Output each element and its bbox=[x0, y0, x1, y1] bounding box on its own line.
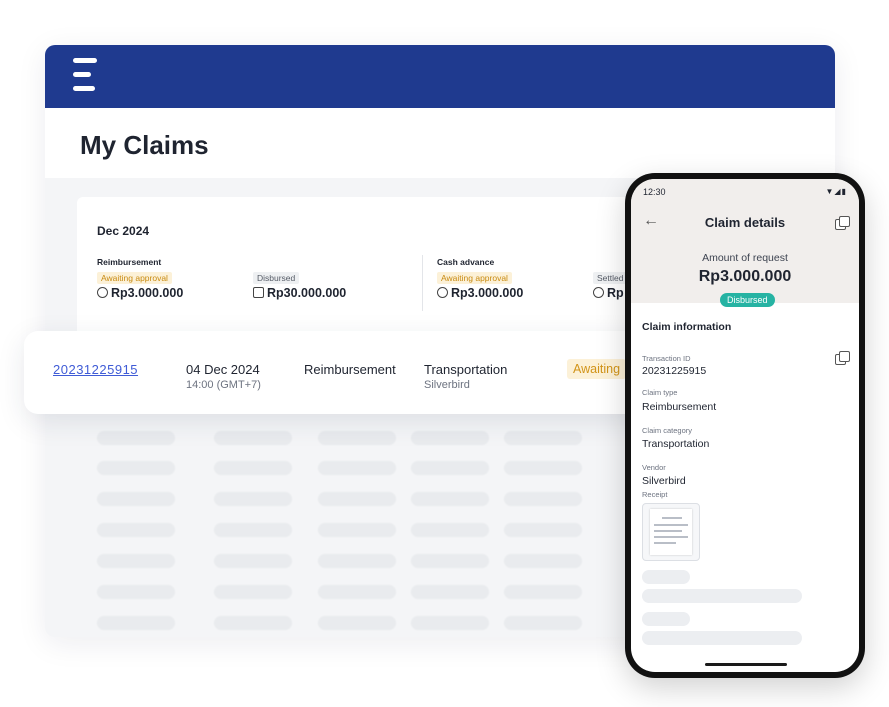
claim-type: Reimbursement bbox=[304, 362, 396, 377]
transaction-id-value: 20231225915 bbox=[642, 365, 707, 377]
phone-screen: 12:30 ▼◢▮ ← Claim details Amount of requ… bbox=[631, 179, 859, 672]
cash-advance-awaiting-amount: Rp3.000.000 bbox=[437, 286, 523, 300]
status-badge-awaiting: Awaiting approval bbox=[437, 272, 512, 284]
claim-category-label: Claim category bbox=[642, 426, 693, 435]
claim-date: 04 Dec 2024 bbox=[186, 362, 260, 377]
copy-transaction-id-icon[interactable] bbox=[835, 351, 850, 365]
loading-placeholder bbox=[642, 570, 690, 584]
loading-placeholder bbox=[642, 589, 802, 603]
mobile-phone-frame: 12:30 ▼◢▮ ← Claim details Amount of requ… bbox=[625, 173, 865, 678]
claim-table-row[interactable]: 20231225915 04 Dec 2024 14:00 (GMT+7) Re… bbox=[24, 331, 664, 414]
cash-advance-settled-amount: Rp bbox=[593, 286, 624, 300]
status-badge: Awaiting bbox=[567, 359, 627, 379]
copy-icon[interactable] bbox=[835, 216, 850, 230]
claim-category-value: Transportation bbox=[642, 438, 710, 450]
amount-text: Rp30.000.000 bbox=[267, 286, 347, 300]
status-badge-disbursed: Disbursed bbox=[253, 272, 300, 284]
coin-icon bbox=[437, 287, 448, 298]
loading-placeholder bbox=[642, 612, 690, 626]
claim-details-header: 12:30 ▼◢▮ ← Claim details Amount of requ… bbox=[631, 179, 859, 303]
menu-icon[interactable] bbox=[73, 58, 99, 94]
amount-text: Rp bbox=[607, 286, 624, 300]
reimbursement-disbursed-amount: Rp30.000.000 bbox=[253, 286, 346, 300]
vendor-label: Vendor bbox=[642, 463, 666, 472]
summary-period: Dec 2024 bbox=[97, 224, 150, 238]
amount-text: Rp3.000.000 bbox=[111, 286, 184, 300]
claim-vendor: Silverbird bbox=[424, 379, 470, 391]
home-indicator[interactable] bbox=[705, 663, 787, 666]
top-navigation-bar bbox=[45, 45, 835, 108]
receipt-label: Receipt bbox=[642, 490, 668, 499]
transaction-id-label: Transaction ID bbox=[642, 354, 691, 363]
vendor-value: Silverbird bbox=[642, 475, 686, 487]
claim-category: Transportation bbox=[424, 362, 508, 377]
claim-id-link[interactable]: 20231225915 bbox=[53, 362, 138, 377]
status-bar-time: 12:30 bbox=[643, 187, 666, 197]
claim-time: 14:00 (GMT+7) bbox=[186, 379, 261, 391]
status-badge-settled: Settled bbox=[593, 272, 628, 284]
document-icon bbox=[253, 287, 264, 298]
title-bar: My Claims bbox=[45, 108, 835, 178]
summary-group-cash-advance: Cash advance bbox=[437, 257, 495, 267]
divider bbox=[422, 255, 423, 311]
amount-text: Rp3.000.000 bbox=[451, 286, 524, 300]
status-badge-awaiting: Awaiting approval bbox=[97, 272, 172, 284]
status-bar-icons: ▼◢▮ bbox=[825, 187, 847, 196]
claim-information-heading: Claim information bbox=[642, 321, 732, 333]
summary-group-reimbursement: Reimbursement bbox=[97, 257, 162, 267]
claim-details-title: Claim details bbox=[704, 215, 786, 230]
page-title: My Claims bbox=[80, 130, 209, 160]
claim-type-value: Reimbursement bbox=[642, 401, 717, 413]
claim-type-label: Claim type bbox=[642, 388, 678, 397]
disbursed-status-badge: Disbursed bbox=[720, 293, 775, 307]
reimbursement-awaiting-amount: Rp3.000.000 bbox=[97, 286, 183, 300]
amount-label: Amount of request bbox=[702, 252, 788, 264]
receipt-thumbnail[interactable] bbox=[642, 503, 700, 561]
coin-icon bbox=[97, 287, 108, 298]
loading-placeholder bbox=[642, 631, 802, 645]
amount-value: Rp3.000.000 bbox=[698, 268, 792, 285]
settled-icon bbox=[593, 287, 604, 298]
receipt-image bbox=[650, 509, 692, 555]
